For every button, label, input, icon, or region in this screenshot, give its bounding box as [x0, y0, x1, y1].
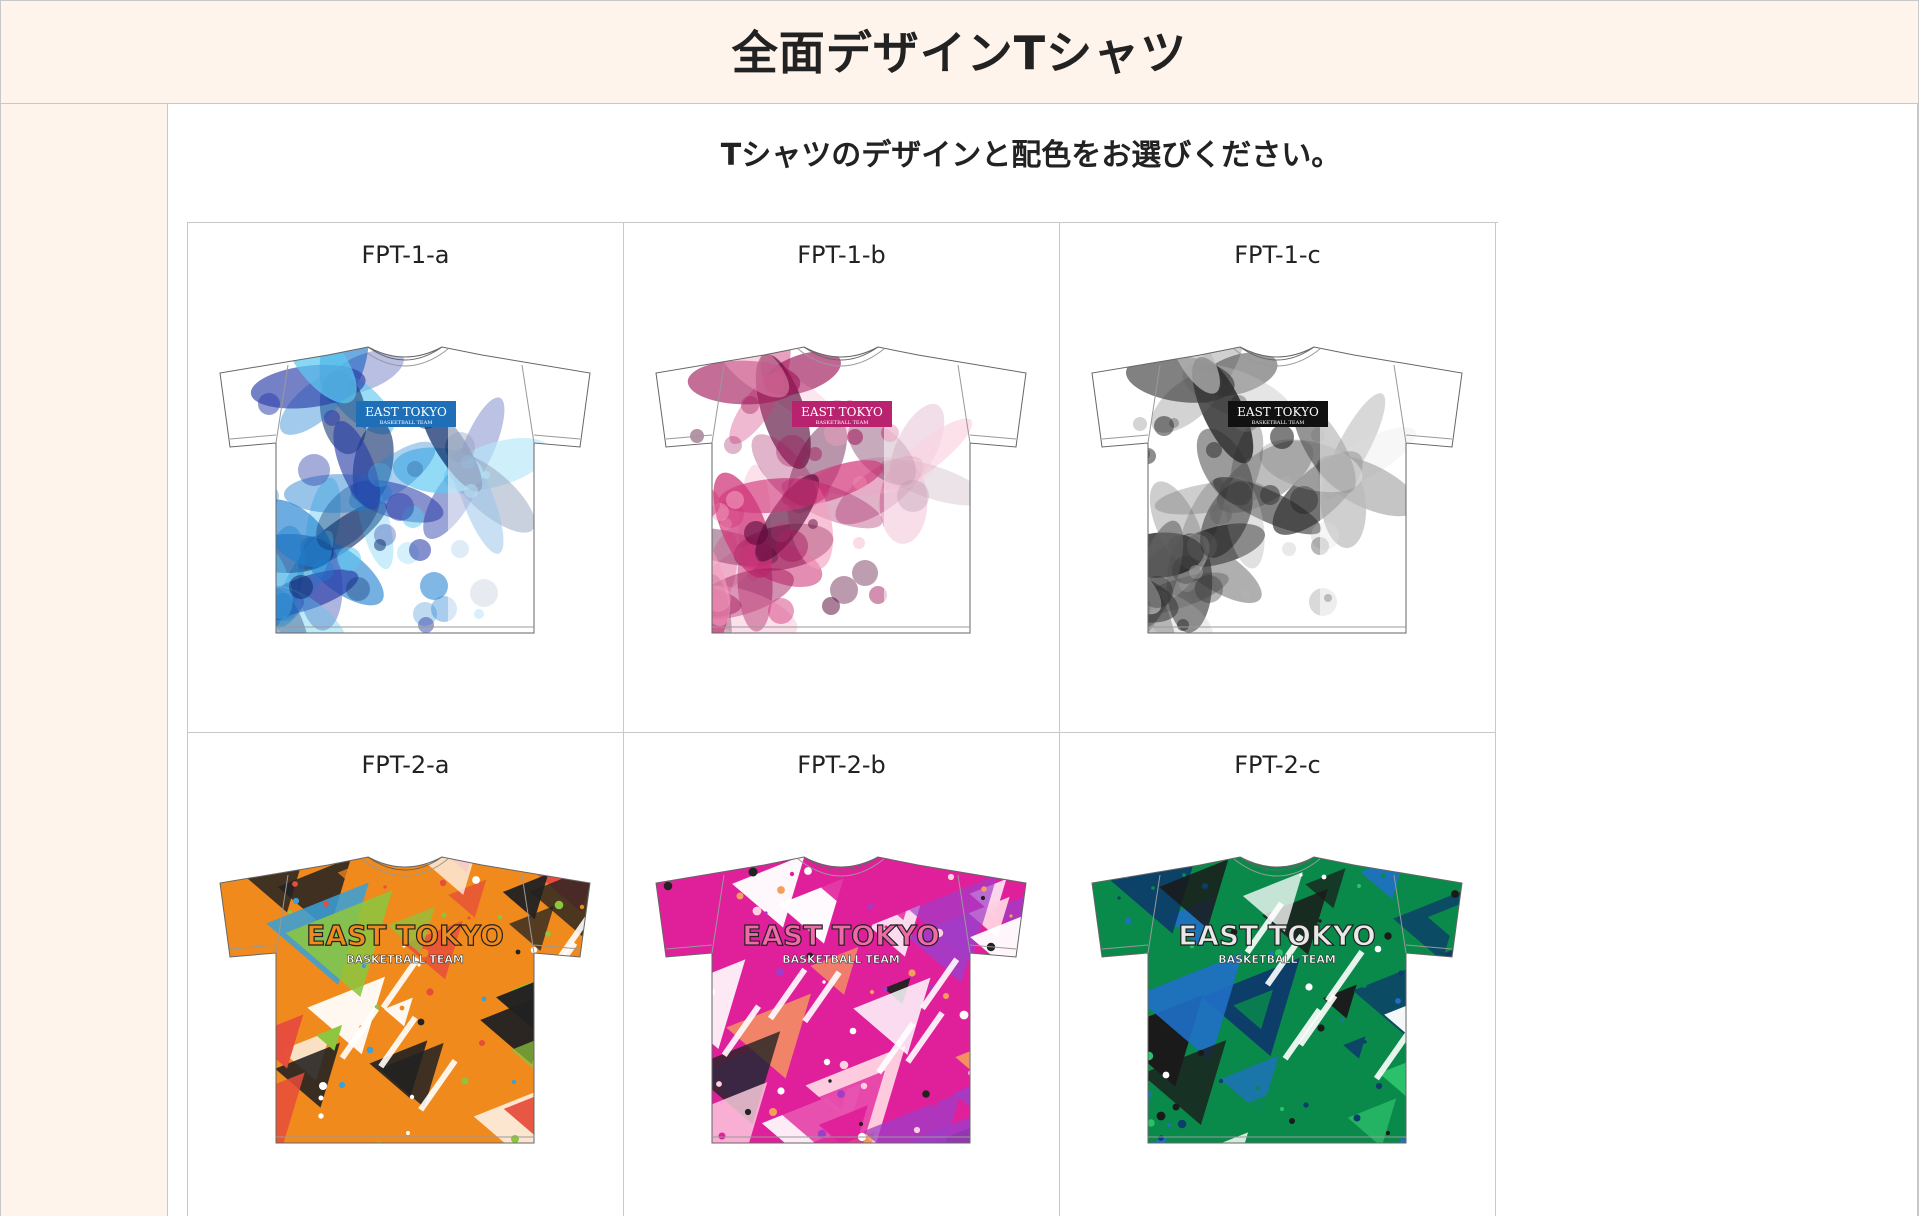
right-border — [1917, 104, 1919, 1216]
svg-text:EAST TOKYO: EAST TOKYO — [1237, 405, 1319, 419]
design-option-fpt-2-a[interactable]: FPT-2-a EAST TOKYO BASKETBALL TEAM — [188, 733, 624, 1216]
tshirt-image[interactable]: EAST TOKYOBASKETBALL TEAM — [1090, 343, 1464, 643]
design-code-label: FPT-2-b — [797, 751, 886, 779]
instruction-text: Tシャツのデザインと配色をお選びください。 — [720, 138, 1342, 173]
svg-text:EAST TOKYO: EAST TOKYO — [801, 405, 883, 419]
svg-text:EAST TOKYO: EAST TOKYO — [1178, 919, 1376, 952]
tshirt-image[interactable]: EAST TOKYOBASKETBALL TEAM — [218, 343, 592, 643]
design-option-fpt-1-a[interactable]: FPT-1-a EAST TOKYO BASKETBALL TEAM — [188, 223, 624, 733]
svg-text:EAST TOKYO: EAST TOKYO — [306, 919, 504, 952]
page-header: 全面デザインTシャツ — [0, 0, 1919, 104]
svg-text:EAST TOKYO: EAST TOKYO — [742, 919, 940, 952]
design-code-label: FPT-2-c — [1234, 751, 1321, 779]
design-code-label: FPT-1-c — [1234, 241, 1321, 269]
design-grid: FPT-1-a EAST TOKYO BASKETBALL TEAM FPT-1-… — [187, 222, 1498, 1216]
design-code-label: FPT-1-a — [361, 241, 450, 269]
design-option-fpt-2-b[interactable]: FPT-2-b EAST TOKYO BASKETBALL TEAM — [624, 733, 1060, 1216]
svg-text:BASKETBALL TEAM: BASKETBALL TEAM — [346, 953, 464, 966]
tshirt-image[interactable]: EAST TOKYOBASKETBALL TEAM — [218, 853, 592, 1153]
design-option-fpt-1-b[interactable]: FPT-1-b EAST TOKYO BASKETBALL TEAM — [624, 223, 1060, 733]
main-content: Tシャツのデザインと配色をお選びください。 FPT-1-a EAST TOKYO… — [169, 104, 1917, 1216]
design-option-fpt-1-c[interactable]: FPT-1-c EAST TOKYO BASKETBALL TEAM — [1060, 223, 1496, 733]
svg-text:BASKETBALL TEAM: BASKETBALL TEAM — [1252, 420, 1305, 426]
page-title: 全面デザインTシャツ — [731, 26, 1188, 80]
svg-text:BASKETBALL TEAM: BASKETBALL TEAM — [380, 420, 433, 426]
design-option-fpt-2-c[interactable]: FPT-2-c EAST TOKYO BASKETBALL TEAM — [1060, 733, 1496, 1216]
left-column — [0, 104, 168, 1216]
svg-text:BASKETBALL TEAM: BASKETBALL TEAM — [782, 953, 900, 966]
design-code-label: FPT-1-b — [797, 241, 886, 269]
svg-text:BASKETBALL TEAM: BASKETBALL TEAM — [1218, 953, 1336, 966]
svg-text:EAST TOKYO: EAST TOKYO — [365, 405, 447, 419]
page: 全面デザインTシャツ Tシャツのデザインと配色をお選びください。 FPT-1-a… — [0, 0, 1922, 1216]
tshirt-image[interactable]: EAST TOKYOBASKETBALL TEAM — [1090, 853, 1464, 1153]
svg-text:BASKETBALL TEAM: BASKETBALL TEAM — [816, 420, 869, 426]
tshirt-image[interactable]: EAST TOKYOBASKETBALL TEAM — [654, 853, 1028, 1153]
tshirt-image[interactable]: EAST TOKYOBASKETBALL TEAM — [654, 343, 1028, 643]
design-code-label: FPT-2-a — [361, 751, 450, 779]
